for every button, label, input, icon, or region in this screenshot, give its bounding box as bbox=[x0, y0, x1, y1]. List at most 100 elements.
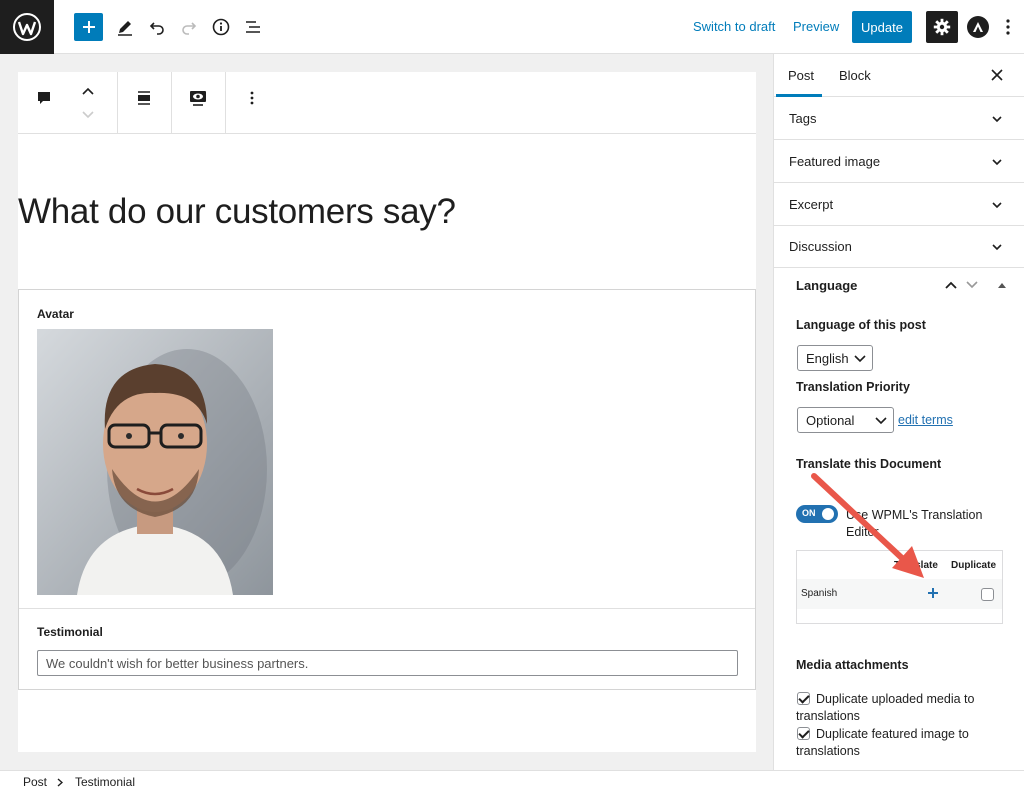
settings-button[interactable] bbox=[926, 11, 958, 43]
wordpress-icon bbox=[13, 13, 41, 41]
collapse-triangle-icon[interactable] bbox=[998, 282, 1006, 288]
move-down-button[interactable] bbox=[80, 108, 96, 122]
add-translation-button[interactable] bbox=[926, 586, 940, 600]
close-sidebar-button[interactable] bbox=[988, 66, 1006, 84]
field-divider bbox=[19, 608, 755, 609]
duplicate-featured-image-label: Duplicate featured image to translations bbox=[796, 727, 969, 758]
editor-canvas: What do our customers say? Avatar Testim… bbox=[18, 72, 756, 752]
chevron-down-icon bbox=[875, 417, 887, 425]
pencil-icon bbox=[118, 21, 132, 36]
preview-block-button[interactable] bbox=[188, 88, 208, 108]
chevron-up-icon bbox=[82, 87, 94, 95]
toolbar-divider bbox=[225, 72, 226, 134]
panel-featured-image[interactable]: Featured image bbox=[774, 140, 1024, 183]
chevron-up-icon[interactable] bbox=[944, 280, 958, 290]
sidebar-tabs: Post Block bbox=[774, 54, 1024, 97]
more-vertical-icon bbox=[1006, 19, 1010, 35]
redo-button[interactable] bbox=[178, 16, 200, 38]
avatar-image[interactable] bbox=[37, 329, 273, 595]
close-icon bbox=[991, 69, 1003, 81]
switch-to-draft-button[interactable]: Switch to draft bbox=[693, 19, 775, 34]
editor-header: Switch to draft Preview Update bbox=[0, 0, 1024, 54]
gear-icon bbox=[933, 18, 951, 36]
undo-icon bbox=[149, 22, 164, 35]
update-button[interactable]: Update bbox=[852, 11, 912, 43]
move-up-button[interactable] bbox=[80, 84, 96, 98]
priority-select[interactable]: Optional bbox=[797, 407, 894, 433]
wpml-editor-label: Use WPML's Translation Editor bbox=[846, 508, 983, 539]
info-icon bbox=[212, 18, 230, 36]
language-select-value: English bbox=[806, 350, 849, 366]
astra-icon bbox=[973, 22, 983, 32]
testimonial-label: Testimonial bbox=[37, 625, 103, 639]
plus-icon bbox=[928, 588, 938, 598]
translations-table: Translate Duplicate Spanish bbox=[796, 550, 1003, 624]
panel-excerpt-label: Excerpt bbox=[789, 197, 834, 212]
breadcrumb-post[interactable]: Post bbox=[23, 775, 47, 789]
chevron-down-icon[interactable] bbox=[965, 280, 979, 290]
duplicate-checkbox[interactable] bbox=[981, 588, 994, 601]
row-language: Spanish bbox=[801, 588, 838, 599]
astra-settings-button[interactable] bbox=[967, 16, 989, 38]
toolbar-divider bbox=[171, 72, 172, 134]
undo-button[interactable] bbox=[146, 16, 168, 38]
lang-of-post-label: Language of this post bbox=[796, 318, 926, 332]
settings-sidebar: Post Block Tags Featured image Excerpt D… bbox=[773, 54, 1024, 770]
chevron-down-icon bbox=[992, 202, 1002, 209]
chevron-down-icon bbox=[992, 116, 1002, 123]
options-button[interactable] bbox=[1000, 15, 1016, 39]
block-options-button[interactable] bbox=[244, 88, 260, 108]
language-metabox-title: Language bbox=[796, 278, 858, 293]
panel-featured-image-label: Featured image bbox=[789, 154, 881, 169]
panel-discussion[interactable]: Discussion bbox=[774, 226, 1024, 268]
quote-block-icon bbox=[38, 92, 50, 104]
more-vertical-icon bbox=[250, 91, 254, 105]
add-block-button[interactable] bbox=[74, 13, 103, 41]
chevron-down-icon bbox=[854, 355, 866, 363]
panel-excerpt[interactable]: Excerpt bbox=[774, 183, 1024, 226]
avatar-label: Avatar bbox=[37, 307, 74, 321]
table-row: Spanish bbox=[797, 579, 1002, 609]
toggle-state-label: ON bbox=[802, 508, 816, 518]
testimonial-input[interactable]: We couldn't wish for better business par… bbox=[37, 650, 738, 676]
align-button[interactable] bbox=[134, 88, 154, 108]
duplicate-column-header: Duplicate bbox=[951, 560, 997, 571]
tab-post[interactable]: Post bbox=[788, 68, 814, 83]
wpml-editor-toggle[interactable]: ON bbox=[796, 505, 838, 523]
tab-block[interactable]: Block bbox=[839, 68, 871, 83]
block-toolbar bbox=[18, 72, 756, 134]
wordpress-logo-button[interactable] bbox=[0, 0, 54, 54]
priority-label: Translation Priority bbox=[796, 380, 910, 394]
language-select[interactable]: English bbox=[797, 345, 873, 371]
block-breadcrumb: Post Testimonial bbox=[0, 770, 1024, 792]
chevron-down-icon bbox=[992, 244, 1002, 251]
list-view-button[interactable] bbox=[242, 16, 264, 38]
toolbar-divider bbox=[117, 72, 118, 134]
panel-tags-label: Tags bbox=[789, 111, 817, 126]
duplicate-media-label: Duplicate uploaded media to translations bbox=[796, 692, 975, 723]
plus-icon bbox=[82, 21, 95, 33]
panel-tags[interactable]: Tags bbox=[774, 97, 1024, 140]
breadcrumb-testimonial[interactable]: Testimonial bbox=[75, 775, 135, 789]
chevron-right-icon bbox=[57, 778, 63, 787]
align-wide-icon bbox=[138, 91, 150, 105]
redo-icon bbox=[182, 22, 197, 35]
list-view-icon bbox=[246, 21, 260, 33]
preview-button[interactable]: Preview bbox=[793, 19, 839, 34]
media-attachments-label: Media attachments bbox=[796, 658, 909, 672]
chevron-down-icon bbox=[992, 159, 1002, 166]
block-type-button[interactable] bbox=[34, 88, 54, 108]
tools-button[interactable] bbox=[114, 16, 136, 38]
translate-doc-label: Translate this Document bbox=[796, 457, 942, 471]
panel-discussion-label: Discussion bbox=[789, 239, 852, 254]
translate-column-header: Translate bbox=[894, 560, 938, 571]
eye-preview-icon bbox=[190, 91, 206, 106]
edit-terms-link[interactable]: edit terms bbox=[898, 413, 953, 427]
custom-fields-block: Avatar Testimonial We couldn't wish for … bbox=[18, 289, 756, 690]
language-metabox: Language Language of this post English T… bbox=[774, 268, 1024, 770]
details-button[interactable] bbox=[210, 16, 232, 38]
toggle-knob bbox=[822, 508, 834, 520]
post-title[interactable]: What do our customers say? bbox=[18, 192, 456, 232]
person-photo bbox=[37, 329, 273, 595]
priority-select-value: Optional bbox=[806, 412, 855, 428]
